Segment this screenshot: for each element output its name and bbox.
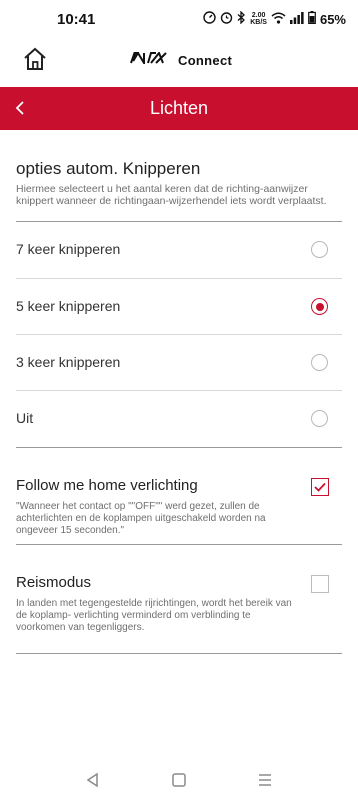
travel-mode-title: Reismodus — [16, 574, 92, 591]
page-title: Lichten — [149, 98, 209, 118]
divider — [16, 390, 342, 391]
network-speed-value: 2.00 — [251, 12, 266, 19]
radio-button-selected[interactable] — [311, 298, 328, 315]
checkmark-icon — [312, 482, 328, 499]
blink-section-description: Hiermee selecteert u het aantal keren da… — [16, 183, 327, 207]
brand-text: Connect — [178, 52, 233, 68]
blink-section-header: opties autom. Knipperen Hiermee selectee… — [16, 159, 342, 207]
home-icon — [22, 47, 48, 76]
radio-option-5[interactable]: 5 keer knipperen — [0, 280, 358, 334]
follow-me-home-setting: Follow me home verlichting "Wanneer het … — [0, 448, 358, 546]
radio-option-label: 5 keer knipperen — [16, 298, 121, 314]
radio-option-label: Uit — [16, 410, 34, 426]
network-speed-unit: KB/S — [250, 19, 267, 26]
bluetooth-icon — [237, 10, 246, 27]
blink-section-title: opties autom. Knipperen — [16, 159, 201, 178]
wifi-icon — [271, 12, 286, 27]
radio-button[interactable] — [311, 241, 328, 258]
radio-button[interactable] — [311, 410, 328, 427]
network-speed: 2.00 KB/S — [250, 12, 267, 26]
follow-me-home-description: "Wanneer het contact op ""OFF"" werd gez… — [16, 501, 266, 536]
brand: Connect — [130, 51, 232, 69]
menu-icon — [255, 774, 275, 794]
follow-me-home-checkbox[interactable] — [311, 478, 329, 496]
kia-logo — [130, 51, 172, 69]
divider — [16, 334, 342, 335]
nav-menu-button[interactable] — [255, 770, 275, 790]
divider — [16, 653, 342, 654]
battery-level: 65% — [319, 11, 346, 27]
app-header: Connect — [0, 38, 358, 82]
radio-button[interactable] — [311, 354, 328, 371]
nav-home-button[interactable] — [169, 770, 189, 790]
signal-icon — [289, 11, 304, 27]
square-home-icon — [169, 773, 189, 794]
alarm-icon — [220, 11, 233, 27]
home-button[interactable] — [22, 46, 48, 72]
triangle-back-icon — [83, 772, 103, 794]
radio-option-off[interactable]: Uit — [0, 392, 358, 446]
radio-option-label: 7 keer knipperen — [16, 241, 121, 257]
divider — [16, 221, 342, 222]
battery-icon — [308, 11, 316, 27]
nav-back-button[interactable] — [83, 770, 103, 790]
status-icons: 2.00 KB/S 65% — [203, 10, 346, 27]
status-time: 10:41 — [57, 11, 96, 28]
radio-option-7[interactable]: 7 keer knipperen — [0, 223, 358, 277]
divider — [16, 278, 342, 279]
system-nav-bar — [0, 760, 358, 800]
radio-option-label: 3 keer knipperen — [16, 354, 121, 370]
speedometer-icon — [203, 11, 216, 27]
follow-me-home-title: Follow me home verlichting — [16, 477, 198, 494]
status-bar: 10:41 2.00 KB/S 65% — [0, 0, 358, 38]
travel-mode-setting: Reismodus In landen met tegengestelde ri… — [0, 545, 358, 655]
radio-option-3[interactable]: 3 keer knipperen — [0, 336, 358, 390]
title-bar: Lichten — [0, 87, 358, 130]
travel-mode-checkbox[interactable] — [311, 575, 329, 593]
travel-mode-description: In landen met tegengestelde rijrichtinge… — [16, 598, 292, 633]
